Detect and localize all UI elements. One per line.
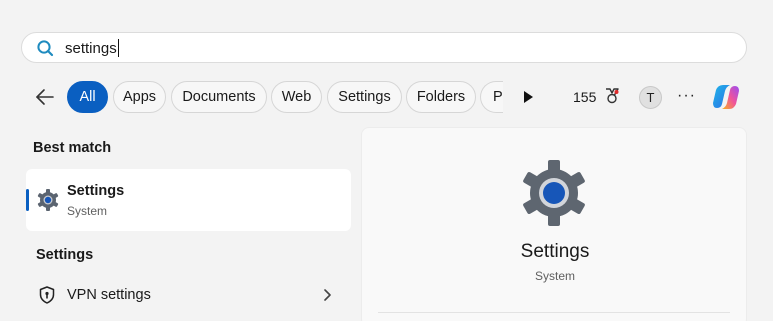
best-match-subtitle: System (67, 204, 108, 218)
best-match-result[interactable]: Settings System (26, 169, 351, 231)
search-box[interactable]: settings (21, 32, 747, 63)
settings-app-large-icon (523, 160, 585, 226)
result-vpn-settings[interactable]: VPN settings (26, 280, 351, 310)
filter-settings[interactable]: Settings (327, 81, 402, 113)
copilot-icon[interactable] (710, 81, 742, 113)
detail-divider (378, 312, 730, 313)
filter-apps[interactable]: Apps (113, 81, 166, 113)
best-match-title: Settings (67, 183, 125, 199)
rewards-points: 155 (573, 89, 597, 105)
settings-gear-icon (37, 189, 59, 211)
search-icon (37, 40, 54, 57)
filter-all[interactable]: All (67, 81, 108, 113)
account-avatar[interactable]: T (639, 86, 662, 109)
selection-indicator (26, 189, 29, 211)
detail-subtitle: System (534, 269, 575, 283)
settings-section-heading: Settings (36, 247, 94, 263)
scroll-filters-right-icon[interactable] (522, 90, 534, 104)
detail-title: Settings (520, 241, 590, 262)
rewards-medal-icon[interactable] (603, 87, 621, 105)
start-search-window: settings All Apps Documents Web Settings… (0, 0, 773, 321)
filter-photos-truncated[interactable]: Pl (480, 81, 503, 113)
filter-folders[interactable]: Folders (406, 81, 476, 113)
more-options-icon[interactable]: ··· (677, 87, 696, 105)
chevron-right-icon (324, 289, 331, 301)
text-caret (117, 39, 119, 57)
best-match-heading: Best match (33, 140, 112, 156)
filter-documents[interactable]: Documents (171, 81, 267, 113)
result-detail-panel: Settings System (361, 127, 747, 321)
shield-icon (39, 286, 55, 304)
search-input[interactable]: settings (65, 40, 117, 57)
filter-web[interactable]: Web (271, 81, 322, 113)
back-arrow-icon[interactable] (34, 86, 56, 108)
vpn-settings-label: VPN settings (67, 287, 151, 303)
